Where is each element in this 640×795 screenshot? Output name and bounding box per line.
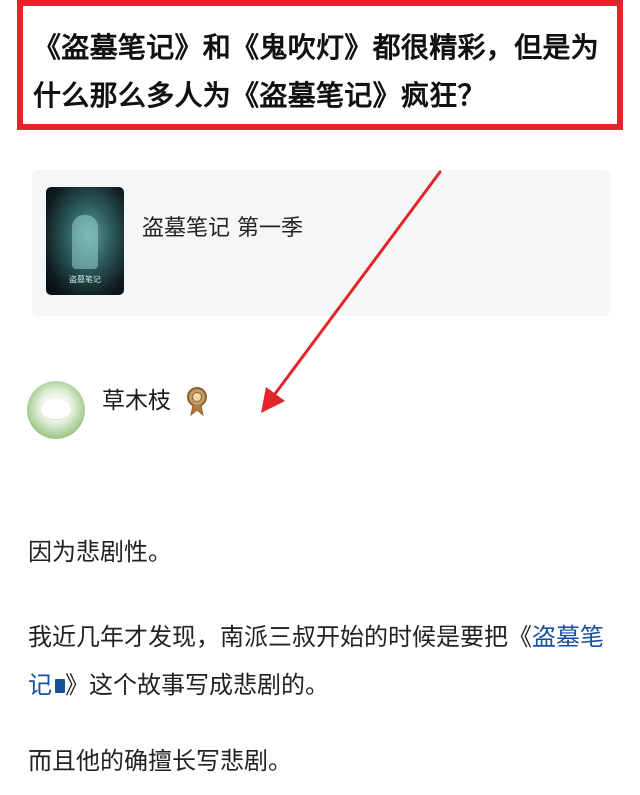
quote-open: 《 xyxy=(508,623,532,651)
badge-icon xyxy=(187,387,207,417)
media-card[interactable]: 盗墓笔记 盗墓笔记 第一季 xyxy=(32,170,610,316)
poster-image[interactable]: 盗墓笔记 xyxy=(46,187,124,295)
poster-text: 盗墓笔记 xyxy=(69,275,101,284)
book-icon[interactable] xyxy=(55,679,65,693)
quote-close-and-suffix: 》这个故事写成悲剧的。 xyxy=(65,671,329,699)
author-name[interactable]: 草木枝 xyxy=(102,381,171,415)
answer-paragraph-1: 因为悲剧性。 xyxy=(28,538,172,566)
answer-paragraph-3: 而且他的确擅长写悲剧。 xyxy=(28,747,292,775)
media-title[interactable]: 盗墓笔记 第一季 xyxy=(142,210,303,242)
answer-paragraph-2: 我近几年才发现，南派三叔开始的时候是要把《盗墓笔记 》这个故事写成悲剧的。 xyxy=(28,613,608,709)
poster-figure xyxy=(72,215,98,269)
question-highlight-box: 《盗墓笔记》和《鬼吹灯》都很精彩，但是为什么那么多人为《盗墓笔记》疯狂？ xyxy=(17,0,623,130)
answer-paragraph-2-prefix: 我近几年才发现，南派三叔开始的时候是要把 xyxy=(28,623,508,651)
avatar-image xyxy=(41,399,71,419)
avatar[interactable] xyxy=(27,381,85,439)
question-title[interactable]: 《盗墓笔记》和《鬼吹灯》都很精彩，但是为什么那么多人为《盗墓笔记》疯狂？ xyxy=(33,24,619,120)
